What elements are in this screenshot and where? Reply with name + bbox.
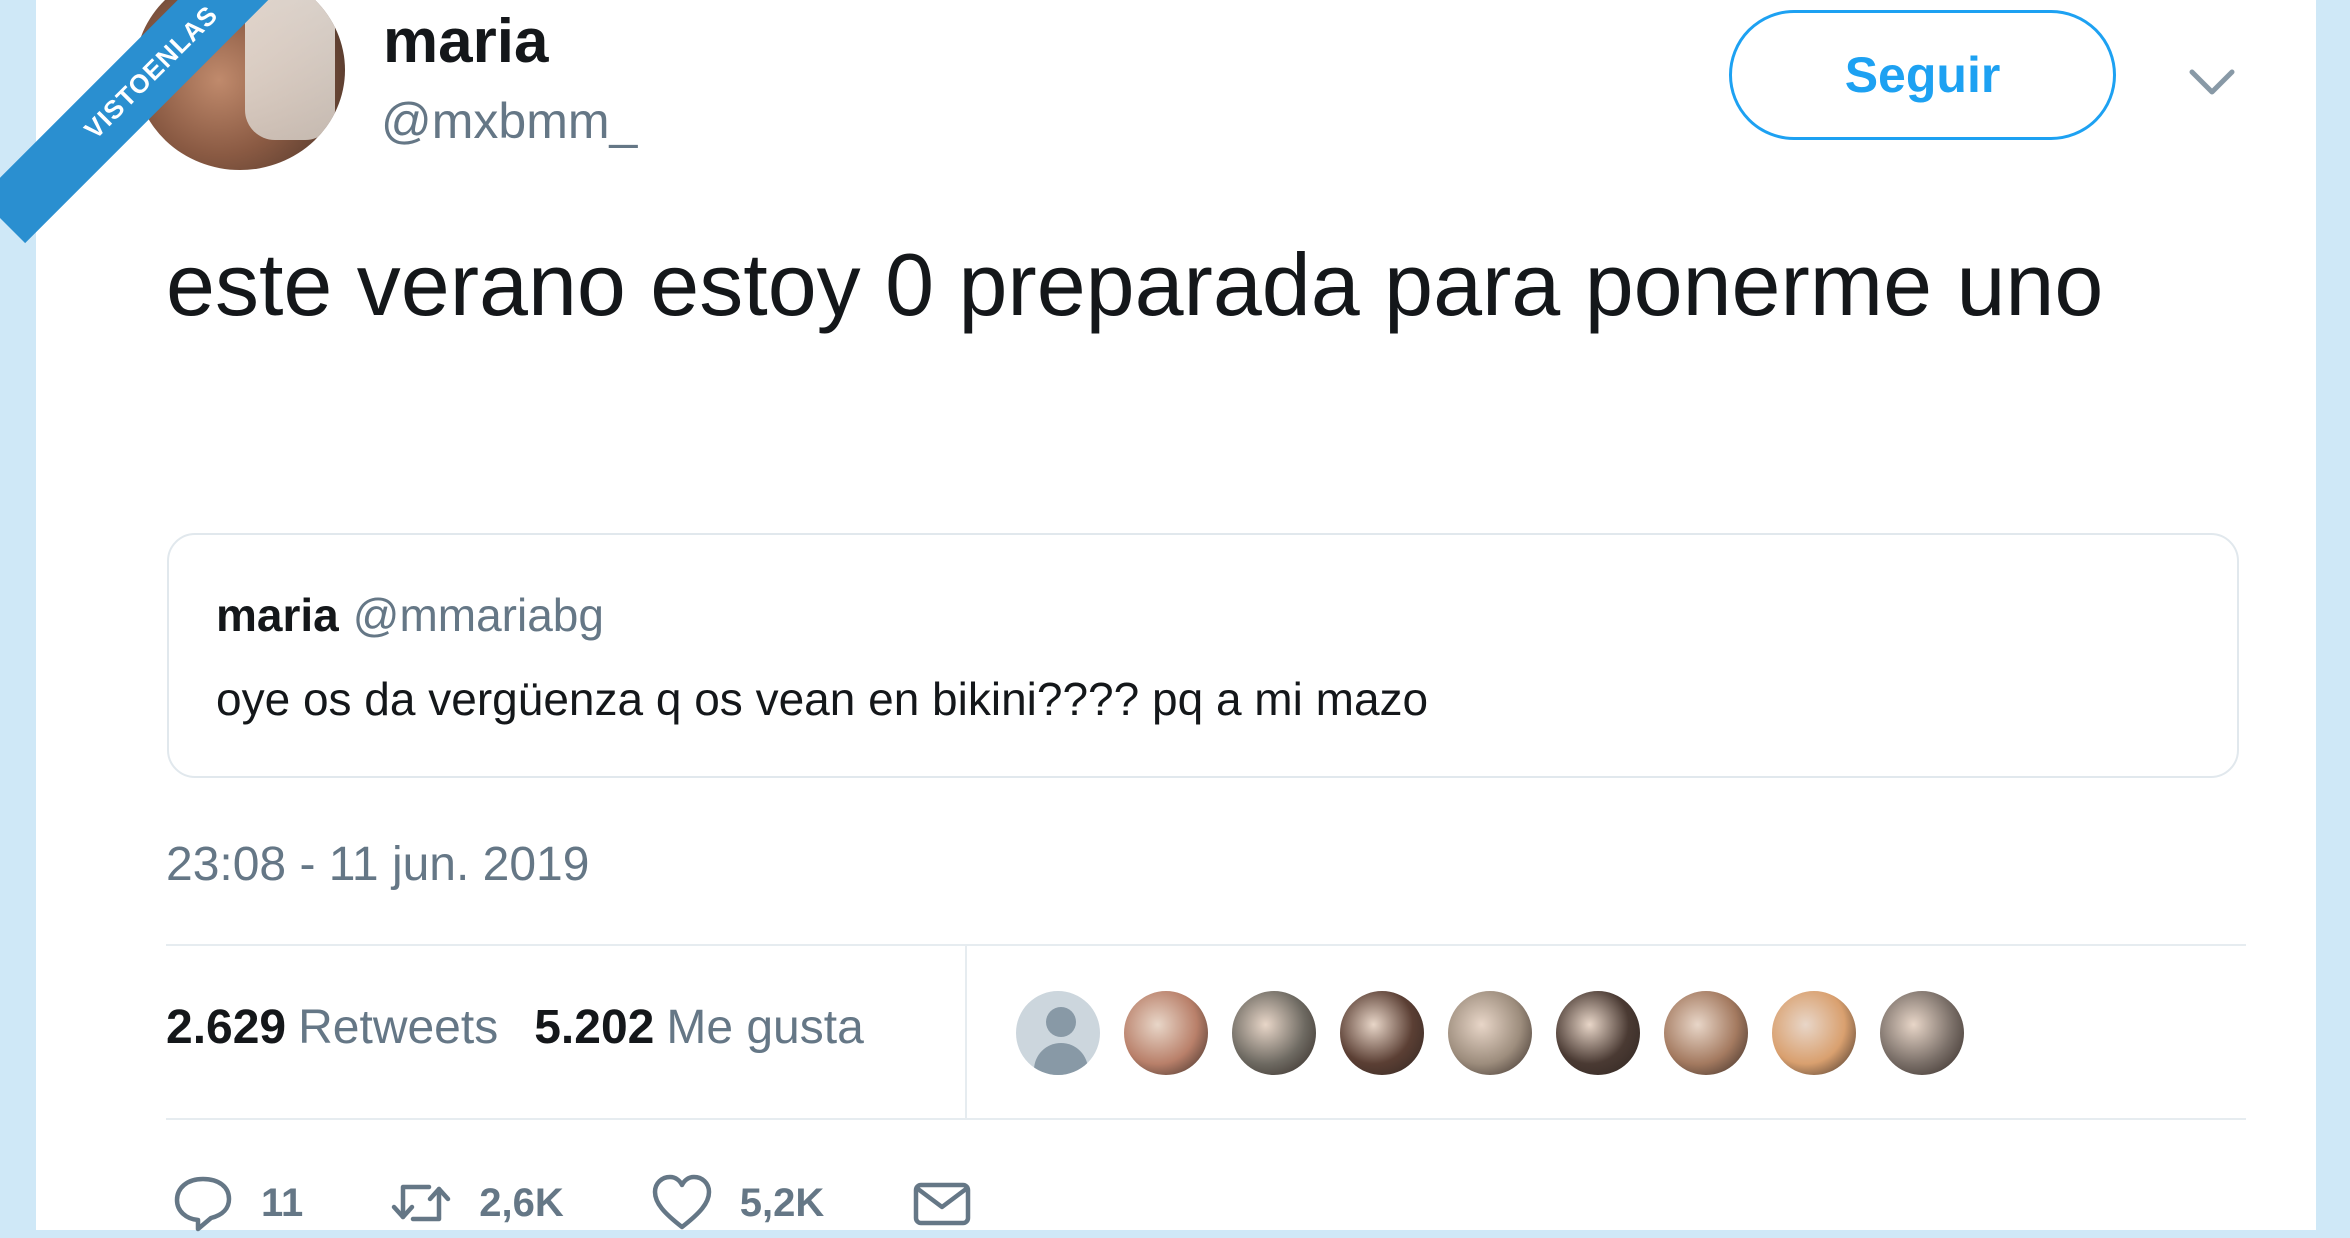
quoted-author-handle: @mmariabg bbox=[352, 589, 604, 641]
liker-avatar[interactable] bbox=[1769, 988, 1859, 1078]
liker-avatar[interactable] bbox=[1121, 988, 1211, 1078]
like-button[interactable]: 5,2K bbox=[650, 1171, 825, 1235]
like-count: 5,2K bbox=[739, 1180, 825, 1225]
author-display-name[interactable]: maria bbox=[383, 6, 548, 77]
liker-avatar[interactable] bbox=[1661, 988, 1751, 1078]
quoted-tweet-header: maria @mmariabg bbox=[216, 588, 604, 642]
author-handle[interactable]: @mxbmm_ bbox=[381, 92, 637, 150]
quoted-tweet[interactable]: maria @mmariabg oye os da vergüenza q os … bbox=[167, 533, 2239, 778]
divider-bottom bbox=[166, 1118, 2246, 1120]
likes-stat[interactable]: 5.202 Me gusta bbox=[534, 1001, 864, 1054]
message-button[interactable] bbox=[910, 1171, 974, 1235]
liker-avatar[interactable] bbox=[1229, 988, 1319, 1078]
reply-icon bbox=[174, 1176, 232, 1232]
tweet-card: VISTOENLAS maria @mxbmm_ Seguir este ver… bbox=[0, 0, 2316, 1232]
retweets-stat-count: 2.629 bbox=[166, 1001, 287, 1054]
avatar-photo-detail bbox=[245, 0, 335, 140]
envelope-icon bbox=[914, 1182, 971, 1226]
tweet-timestamp[interactable]: 23:08 - 11 jun. 2019 bbox=[166, 837, 589, 892]
liker-avatars bbox=[1013, 988, 1985, 1078]
heart-icon bbox=[652, 1174, 712, 1230]
follow-button-label: Seguir bbox=[1844, 47, 2001, 103]
reply-button[interactable]: 11 bbox=[171, 1171, 303, 1235]
reply-count: 11 bbox=[261, 1180, 304, 1225]
tweet-text: este verano estoy 0 preparada para poner… bbox=[166, 235, 2104, 334]
liker-avatar[interactable] bbox=[1877, 988, 1967, 1078]
quoted-author-name: maria bbox=[216, 589, 339, 641]
retweet-count: 2,6K bbox=[479, 1180, 564, 1225]
retweet-icon bbox=[392, 1184, 451, 1222]
liker-avatar[interactable] bbox=[1013, 988, 1103, 1078]
chevron-down-icon[interactable] bbox=[2184, 62, 2240, 102]
liker-avatar[interactable] bbox=[1445, 988, 1535, 1078]
retweets-stat[interactable]: 2.629 Retweets bbox=[166, 1001, 498, 1054]
retweets-stat-label: Retweets bbox=[298, 1001, 499, 1054]
follow-button[interactable]: Seguir bbox=[1729, 10, 2116, 140]
retweet-button[interactable]: 2,6K bbox=[389, 1171, 564, 1235]
engagement-stats: 2.629 Retweets 5.202 Me gusta bbox=[166, 1000, 864, 1055]
likes-stat-count: 5.202 bbox=[534, 1001, 655, 1054]
stats-divider bbox=[965, 944, 967, 1118]
likes-stat-label: Me gusta bbox=[666, 1001, 864, 1054]
quoted-tweet-text: oye os da vergüenza q os vean en bikini?… bbox=[216, 673, 1429, 725]
divider-top bbox=[166, 944, 2246, 946]
liker-avatar[interactable] bbox=[1337, 988, 1427, 1078]
liker-avatar[interactable] bbox=[1553, 988, 1643, 1078]
tweet-actions: 11 2,6K 5,2K bbox=[171, 1168, 1060, 1238]
